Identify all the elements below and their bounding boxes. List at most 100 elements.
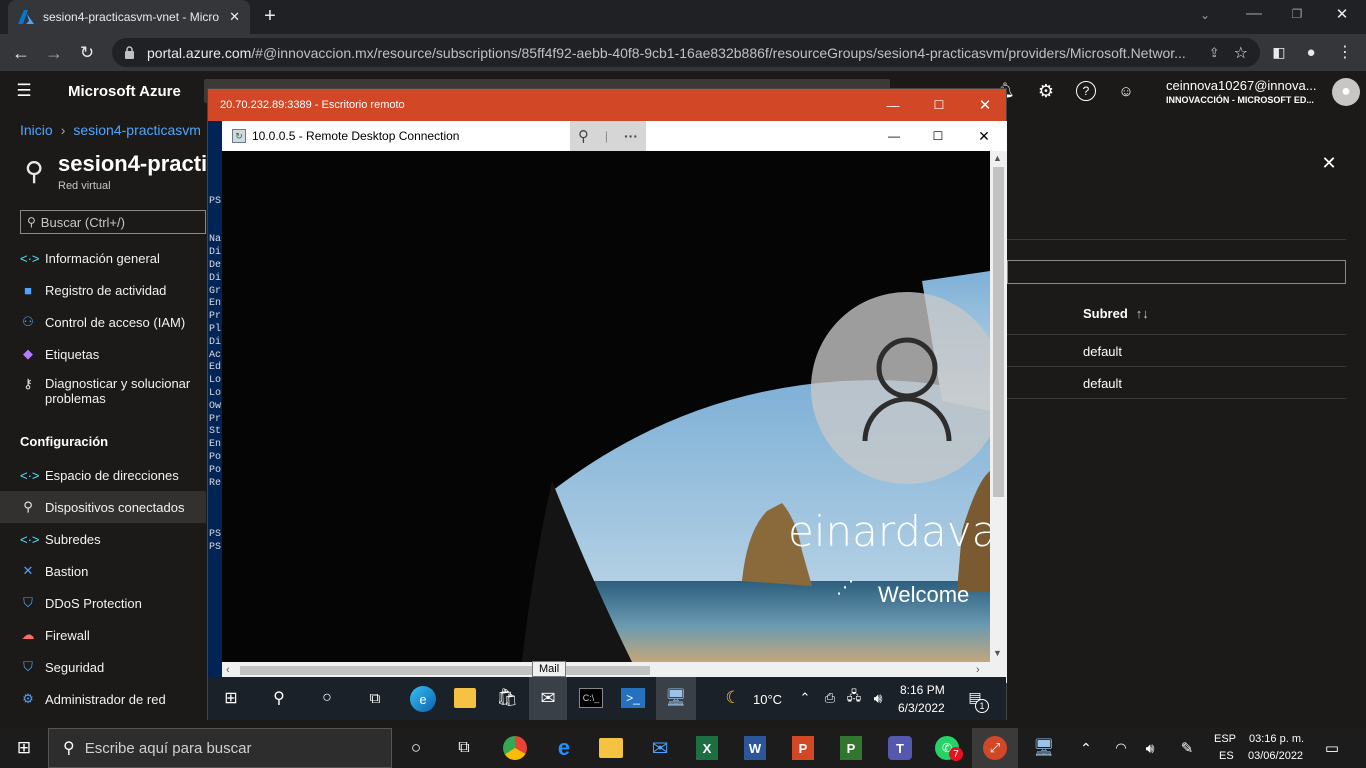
sort-icon[interactable]: ↑↓	[1136, 306, 1149, 321]
edge-legacy-icon[interactable]: e	[552, 735, 576, 760]
more-options-icon[interactable]: ···	[624, 128, 638, 144]
powershell-icon[interactable]: >_	[621, 688, 645, 708]
remote-desktop-titlebar[interactable]: 20.70.232.89:3389 - Escritorio remoto — …	[208, 89, 1006, 121]
minimize-icon[interactable]: —	[884, 96, 902, 114]
nav-item[interactable]: ⛉ Seguridad	[0, 651, 206, 683]
scroll-down-icon[interactable]: ▼	[993, 648, 1002, 658]
edge-icon[interactable]: e	[410, 686, 436, 712]
taskbar-search-box[interactable]: ⚲ Escribe aquí para buscar	[48, 728, 392, 768]
nav-item[interactable]: <·> Subredes	[0, 523, 206, 555]
profile-icon[interactable]: ●	[1302, 43, 1320, 61]
tab-close-icon[interactable]: ✕	[229, 9, 240, 25]
remote-clock-date[interactable]: 6/3/2022	[898, 701, 945, 715]
side-panel-icon[interactable]: ◧	[1270, 43, 1288, 61]
close-icon[interactable]: ✕	[976, 96, 994, 114]
browser-tab[interactable]: sesion4-practicasvm-vnet - Micro ✕	[8, 0, 250, 34]
avatar[interactable]: ●	[1332, 78, 1360, 106]
nav-item[interactable]: ⛉ DDoS Protection	[0, 587, 206, 619]
volume-icon[interactable]: 🔊︎	[1141, 738, 1159, 758]
back-icon[interactable]: ←	[10, 42, 32, 64]
language-bottom[interactable]: ES	[1219, 750, 1234, 762]
cortana-icon[interactable]: ○	[318, 689, 336, 707]
volume-icon[interactable]: 🔊︎	[869, 689, 887, 707]
nav-item[interactable]: ☁ Firewall	[0, 619, 206, 651]
remote-desktop-icon[interactable]: 🖥︎	[664, 687, 688, 709]
new-tab-icon[interactable]: +	[260, 5, 280, 27]
windows-start-icon[interactable]: ⊞	[222, 689, 240, 707]
task-view-icon[interactable]: ⧉	[366, 689, 384, 707]
help-icon[interactable]: ?	[1076, 81, 1096, 101]
nav-item[interactable]: <·> Espacio de direcciones	[0, 459, 206, 491]
excel-icon[interactable]: X	[696, 736, 718, 760]
action-center-icon[interactable]: ▭	[1322, 738, 1342, 758]
scrollbar-thumb[interactable]	[240, 666, 650, 675]
remote-desktop-window[interactable]: 20.70.232.89:3389 - Escritorio remoto — …	[207, 88, 1007, 720]
maximize-icon[interactable]: ☐	[929, 127, 947, 145]
close-blade-icon[interactable]: ✕	[1320, 153, 1338, 173]
clock-date[interactable]: 03/06/2022	[1248, 750, 1303, 762]
table-header-subnet[interactable]: Subred ↑↓	[1083, 306, 1149, 321]
chrome-icon[interactable]	[503, 736, 527, 760]
scroll-right-icon[interactable]: ›	[976, 664, 980, 676]
clock-time[interactable]: 03:16 p. m.	[1249, 733, 1304, 745]
powerpoint-icon[interactable]: P	[792, 736, 814, 760]
wifi-icon[interactable]: ◠	[1112, 738, 1130, 758]
remote-desktop-app-icon[interactable]: ⤢	[983, 736, 1007, 760]
file-explorer-icon[interactable]	[454, 688, 476, 708]
task-view-icon[interactable]: ⧉	[454, 738, 474, 758]
nav-item[interactable]: ■ Registro de actividad	[0, 274, 206, 306]
file-explorer-icon[interactable]	[599, 738, 623, 758]
pen-icon[interactable]: ✎	[1178, 738, 1196, 758]
filter-input[interactable]	[1007, 260, 1346, 284]
scroll-left-icon[interactable]: ‹	[226, 664, 230, 676]
vertical-scrollbar[interactable]: ▲ ▼	[990, 151, 1007, 662]
scrollbar-thumb[interactable]	[993, 167, 1004, 497]
account-info[interactable]: ceinnova10267@innova... INNOVACCIÓN - MI…	[1166, 78, 1326, 105]
nav-item[interactable]: ⚙ Administrador de red	[0, 683, 206, 715]
remote-clock-time[interactable]: 8:16 PM	[900, 683, 945, 697]
maximize-icon[interactable]: ☐	[930, 96, 948, 114]
nav-item[interactable]: <·> Información general	[0, 242, 206, 274]
share-icon[interactable]: ⇪	[1209, 45, 1220, 61]
mail-icon[interactable]: ✉	[537, 688, 559, 708]
close-icon[interactable]: ✕	[975, 127, 993, 145]
settings-gear-icon[interactable]: ⚙	[1036, 81, 1056, 101]
nav-item[interactable]: ✕ Bastion	[0, 555, 206, 587]
language-top[interactable]: ESP	[1214, 733, 1236, 745]
network-icon[interactable]: 🖧︎	[845, 688, 863, 707]
tray-vm-icon[interactable]: ⎙	[822, 689, 838, 707]
bookmark-star-icon[interactable]: ☆	[1234, 43, 1248, 63]
nav-item[interactable]: ⚲ Dispositivos conectados	[0, 491, 206, 523]
nav-item[interactable]: ⚷ Diagnosticar y solucionar problemas	[0, 376, 206, 420]
inner-rdp-titlebar[interactable]: ↻ 10.0.0.5 - Remote Desktop Connection ⚲…	[222, 121, 1007, 151]
restore-icon[interactable]: ❐	[1288, 5, 1306, 23]
rdp-classic-icon[interactable]: 🖥︎	[1032, 737, 1056, 759]
windows-start-icon[interactable]: ⊞	[14, 738, 34, 758]
chrome-menu-icon[interactable]: ⋮	[1336, 43, 1354, 61]
nav-item[interactable]: ⚇ Control de acceso (IAM)	[0, 306, 206, 338]
teams-icon[interactable]: T	[888, 736, 912, 760]
inner-rdp-window[interactable]: ↻ 10.0.0.5 - Remote Desktop Connection ⚲…	[222, 121, 1007, 683]
cmd-icon[interactable]: C:\_	[579, 688, 603, 708]
store-icon[interactable]: 🛍︎	[496, 687, 518, 709]
weather-temperature[interactable]: 10°C	[753, 692, 782, 707]
powershell-line: Pl	[209, 323, 222, 335]
forward-icon[interactable]: →	[43, 42, 65, 64]
address-bar[interactable]: portal.azure.com/#@innovaccion.mx/resour…	[112, 38, 1260, 67]
search-icon[interactable]: ⚲	[270, 689, 288, 707]
feedback-icon[interactable]: ☺	[1116, 81, 1136, 101]
reload-icon[interactable]: ↻	[76, 42, 98, 64]
zoom-icon[interactable]: ⚲	[578, 127, 589, 145]
minimize-icon[interactable]: —	[1245, 5, 1263, 23]
word-icon[interactable]: W	[744, 736, 766, 760]
minimize-icon[interactable]: —	[885, 127, 903, 145]
scroll-up-icon[interactable]: ▲	[993, 153, 1002, 163]
tray-chevron-icon[interactable]: ⌃	[798, 689, 812, 707]
nav-item[interactable]: ◆ Etiquetas	[0, 338, 206, 370]
cortana-icon[interactable]: ○	[406, 738, 426, 758]
tab-search-icon[interactable]: ⌄	[1196, 6, 1214, 24]
project-icon[interactable]: P	[840, 736, 862, 760]
mail-icon[interactable]: ✉	[648, 738, 672, 760]
window-close-icon[interactable]: ✕	[1333, 5, 1351, 23]
tray-chevron-icon[interactable]: ⌃	[1078, 738, 1094, 758]
